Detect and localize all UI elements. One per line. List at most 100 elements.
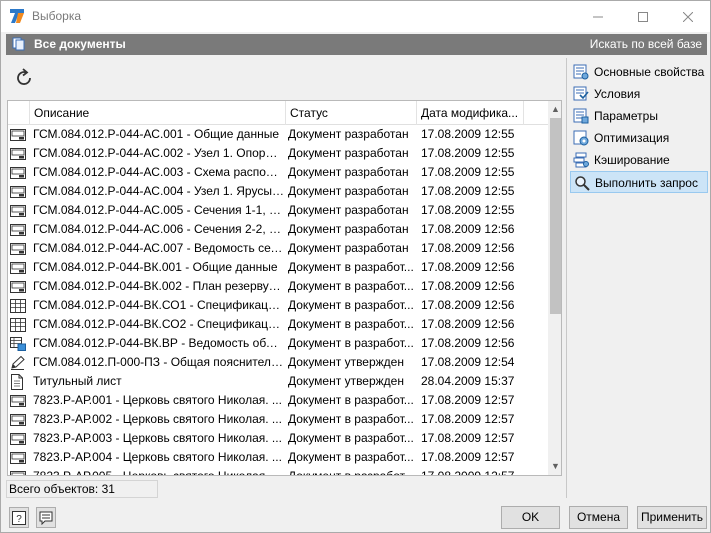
row-modified-date: 17.08.2009 12:55 (421, 165, 515, 179)
column-header-icon[interactable] (8, 101, 30, 125)
table-row[interactable]: Титульный лист Документ утвержден 28.04.20… (8, 372, 548, 391)
comment-button[interactable] (36, 507, 56, 528)
window-title: Выборка (32, 9, 82, 23)
table-row[interactable]: ГСМ.084.012.Р-044-ВК.002 - План резервуа… (8, 277, 548, 296)
settings-nav: Основные свойства Условия Параметры Оптимиз… (570, 61, 708, 193)
row-status: Документ в разработ... (288, 469, 414, 476)
drawing-icon (10, 410, 28, 429)
row-status: Документ в разработ... (288, 393, 414, 407)
row-status: Документ разработан (288, 241, 409, 255)
row-status: Документ в разработ... (288, 317, 414, 331)
column-header-status[interactable]: Статус (286, 101, 417, 125)
row-modified-date: 17.08.2009 12:56 (421, 298, 515, 312)
parameters-icon (573, 108, 589, 124)
drawing-icon (10, 448, 28, 467)
row-description: ГСМ.084.012.Р-044-АС.004 - Узел 1. Ярусы… (33, 184, 284, 198)
cancel-button[interactable]: Отмена (569, 506, 628, 529)
help-button[interactable]: ? (9, 507, 29, 528)
table-row[interactable]: ГСМ.084.012.Р-044-ВК.ВР - Ведомость объе… (8, 334, 548, 353)
row-status: Документ в разработ... (288, 450, 414, 464)
minimize-button[interactable] (575, 1, 620, 32)
vertical-scrollbar[interactable]: ▲ ▼ (548, 101, 561, 475)
row-description: ГСМ.084.012.Р-044-ВК.001 - Общие данные (33, 260, 278, 274)
row-description: 7823.Р-АР.001 - Церковь святого Николая.… (33, 393, 282, 407)
table-row[interactable]: ГСМ.084.012.Р-044-ВК.СО2 - Спецификация.… (8, 315, 548, 334)
row-description: ГСМ.084.012.Р-044-ВК.СО1 - Спецификация.… (33, 298, 284, 312)
nav-item-caching[interactable]: Кэширование (570, 149, 708, 171)
table-row[interactable]: 7823.Р-АР.003 - Церковь святого Николая.… (8, 429, 548, 448)
nav-item-parameters[interactable]: Параметры (570, 105, 708, 127)
table-icon (10, 315, 28, 334)
row-modified-date: 17.08.2009 12:56 (421, 279, 515, 293)
maximize-button[interactable] (620, 1, 665, 32)
table-row[interactable]: ГСМ.084.012.Р-044-АС.006 - Сечения 2-2, … (8, 220, 548, 239)
row-description: 7823.Р-АР.004 - Церковь святого Николая.… (33, 450, 282, 464)
table-row[interactable]: ГСМ.084.012.Р-044-АС.007 - Ведомость сеч… (8, 239, 548, 258)
row-modified-date: 17.08.2009 12:56 (421, 241, 515, 255)
drawing-icon (10, 277, 28, 296)
conditions-icon (573, 86, 589, 102)
scrollbar-thumb[interactable] (550, 118, 561, 314)
drawing-icon (10, 239, 28, 258)
column-header-description[interactable]: Описание (30, 101, 286, 125)
row-modified-date: 17.08.2009 12:54 (421, 355, 515, 369)
nav-item-properties[interactable]: Основные свойства (570, 61, 708, 83)
panel-divider[interactable] (566, 58, 567, 498)
row-status: Документ в разработ... (288, 431, 414, 445)
nav-item-optimization[interactable]: Оптимизация (570, 127, 708, 149)
drawing-icon (10, 220, 28, 239)
table-row[interactable]: ГСМ.084.012.Р-044-АС.005 - Сечения 1-1, … (8, 201, 548, 220)
table-row[interactable]: ГСМ.084.012.Р-044-АС.003 - Схема располо… (8, 163, 548, 182)
row-status: Документ в разработ... (288, 412, 414, 426)
nav-item-conditions[interactable]: Условия (570, 83, 708, 105)
apply-button[interactable]: Применить (637, 506, 707, 529)
table-row[interactable]: 7823.Р-АР.001 - Церковь святого Николая.… (8, 391, 548, 410)
drawing-icon (10, 125, 28, 144)
total-count: Всего объектов: 31 (6, 480, 158, 498)
nav-item-label: Основные свойства (594, 65, 705, 79)
table-row[interactable]: ГСМ.084.012.Р-044-ВК.СО1 - Спецификация.… (8, 296, 548, 315)
nav-item-search[interactable]: Выполнить запрос (570, 171, 708, 193)
table-row[interactable]: ГСМ.084.012.П-000-ПЗ - Общая пояснитель.… (8, 353, 548, 372)
table-row[interactable]: ГСМ.084.012.Р-044-АС.002 - Узел 1. Опоры… (8, 144, 548, 163)
table-row[interactable]: ГСМ.084.012.Р-044-АС.001 - Общие данные Д… (8, 125, 548, 144)
close-button[interactable] (665, 1, 710, 32)
row-modified-date: 17.08.2009 12:57 (421, 450, 515, 464)
pen-icon (10, 353, 28, 372)
comment-icon (39, 511, 53, 525)
properties-icon (573, 64, 589, 80)
close-icon (682, 11, 693, 22)
row-description: ГСМ.084.012.Р-044-АС.003 - Схема располо… (33, 165, 284, 179)
title-bar: Выборка (1, 1, 710, 32)
row-status: Документ разработан (288, 165, 409, 179)
caching-icon (573, 152, 589, 168)
table-row[interactable]: ГСМ.084.012.Р-044-АС.004 - Узел 1. Ярусы… (8, 182, 548, 201)
scroll-down-icon[interactable]: ▼ (548, 458, 561, 475)
search-all-link[interactable]: Искать по всей базе (590, 37, 702, 51)
table-row[interactable]: ГСМ.084.012.Р-044-ВК.001 - Общие данные Д… (8, 258, 548, 277)
row-modified-date: 17.08.2009 12:55 (421, 203, 515, 217)
column-header-modified[interactable]: Дата модифика... (417, 101, 524, 125)
column-header-extra (524, 101, 548, 125)
sheet-icon (10, 334, 28, 353)
row-status: Документ утвержден (288, 374, 404, 388)
drawing-icon (10, 182, 28, 201)
row-description: ГСМ.084.012.Р-044-АС.005 - Сечения 1-1, … (33, 203, 284, 217)
row-description: Титульный лист (33, 374, 122, 388)
refresh-icon[interactable] (13, 67, 35, 89)
row-description: ГСМ.084.012.Р-044-АС.002 - Узел 1. Опоры… (33, 146, 284, 160)
ok-button[interactable]: OK (501, 506, 560, 529)
nav-item-label: Выполнить запрос (595, 176, 698, 190)
row-status: Документ разработан (288, 203, 409, 217)
table-row[interactable]: 7823.Р-АР.004 - Церковь святого Николая.… (8, 448, 548, 467)
row-description: ГСМ.084.012.Р-044-АС.006 - Сечения 2-2, … (33, 222, 284, 236)
row-description: ГСМ.084.012.Р-044-АС.007 - Ведомость сеч… (33, 241, 284, 255)
row-status: Документ разработан (288, 146, 409, 160)
scroll-up-icon[interactable]: ▲ (548, 101, 561, 118)
nav-item-label: Параметры (594, 109, 658, 123)
maximize-icon (637, 11, 648, 22)
row-status: Документ разработан (288, 222, 409, 236)
drawing-icon (10, 429, 28, 448)
table-row[interactable]: 7823.Р-АР.005 - Церковь святого Николая.… (8, 467, 548, 476)
table-row[interactable]: 7823.Р-АР.002 - Церковь святого Николая.… (8, 410, 548, 429)
